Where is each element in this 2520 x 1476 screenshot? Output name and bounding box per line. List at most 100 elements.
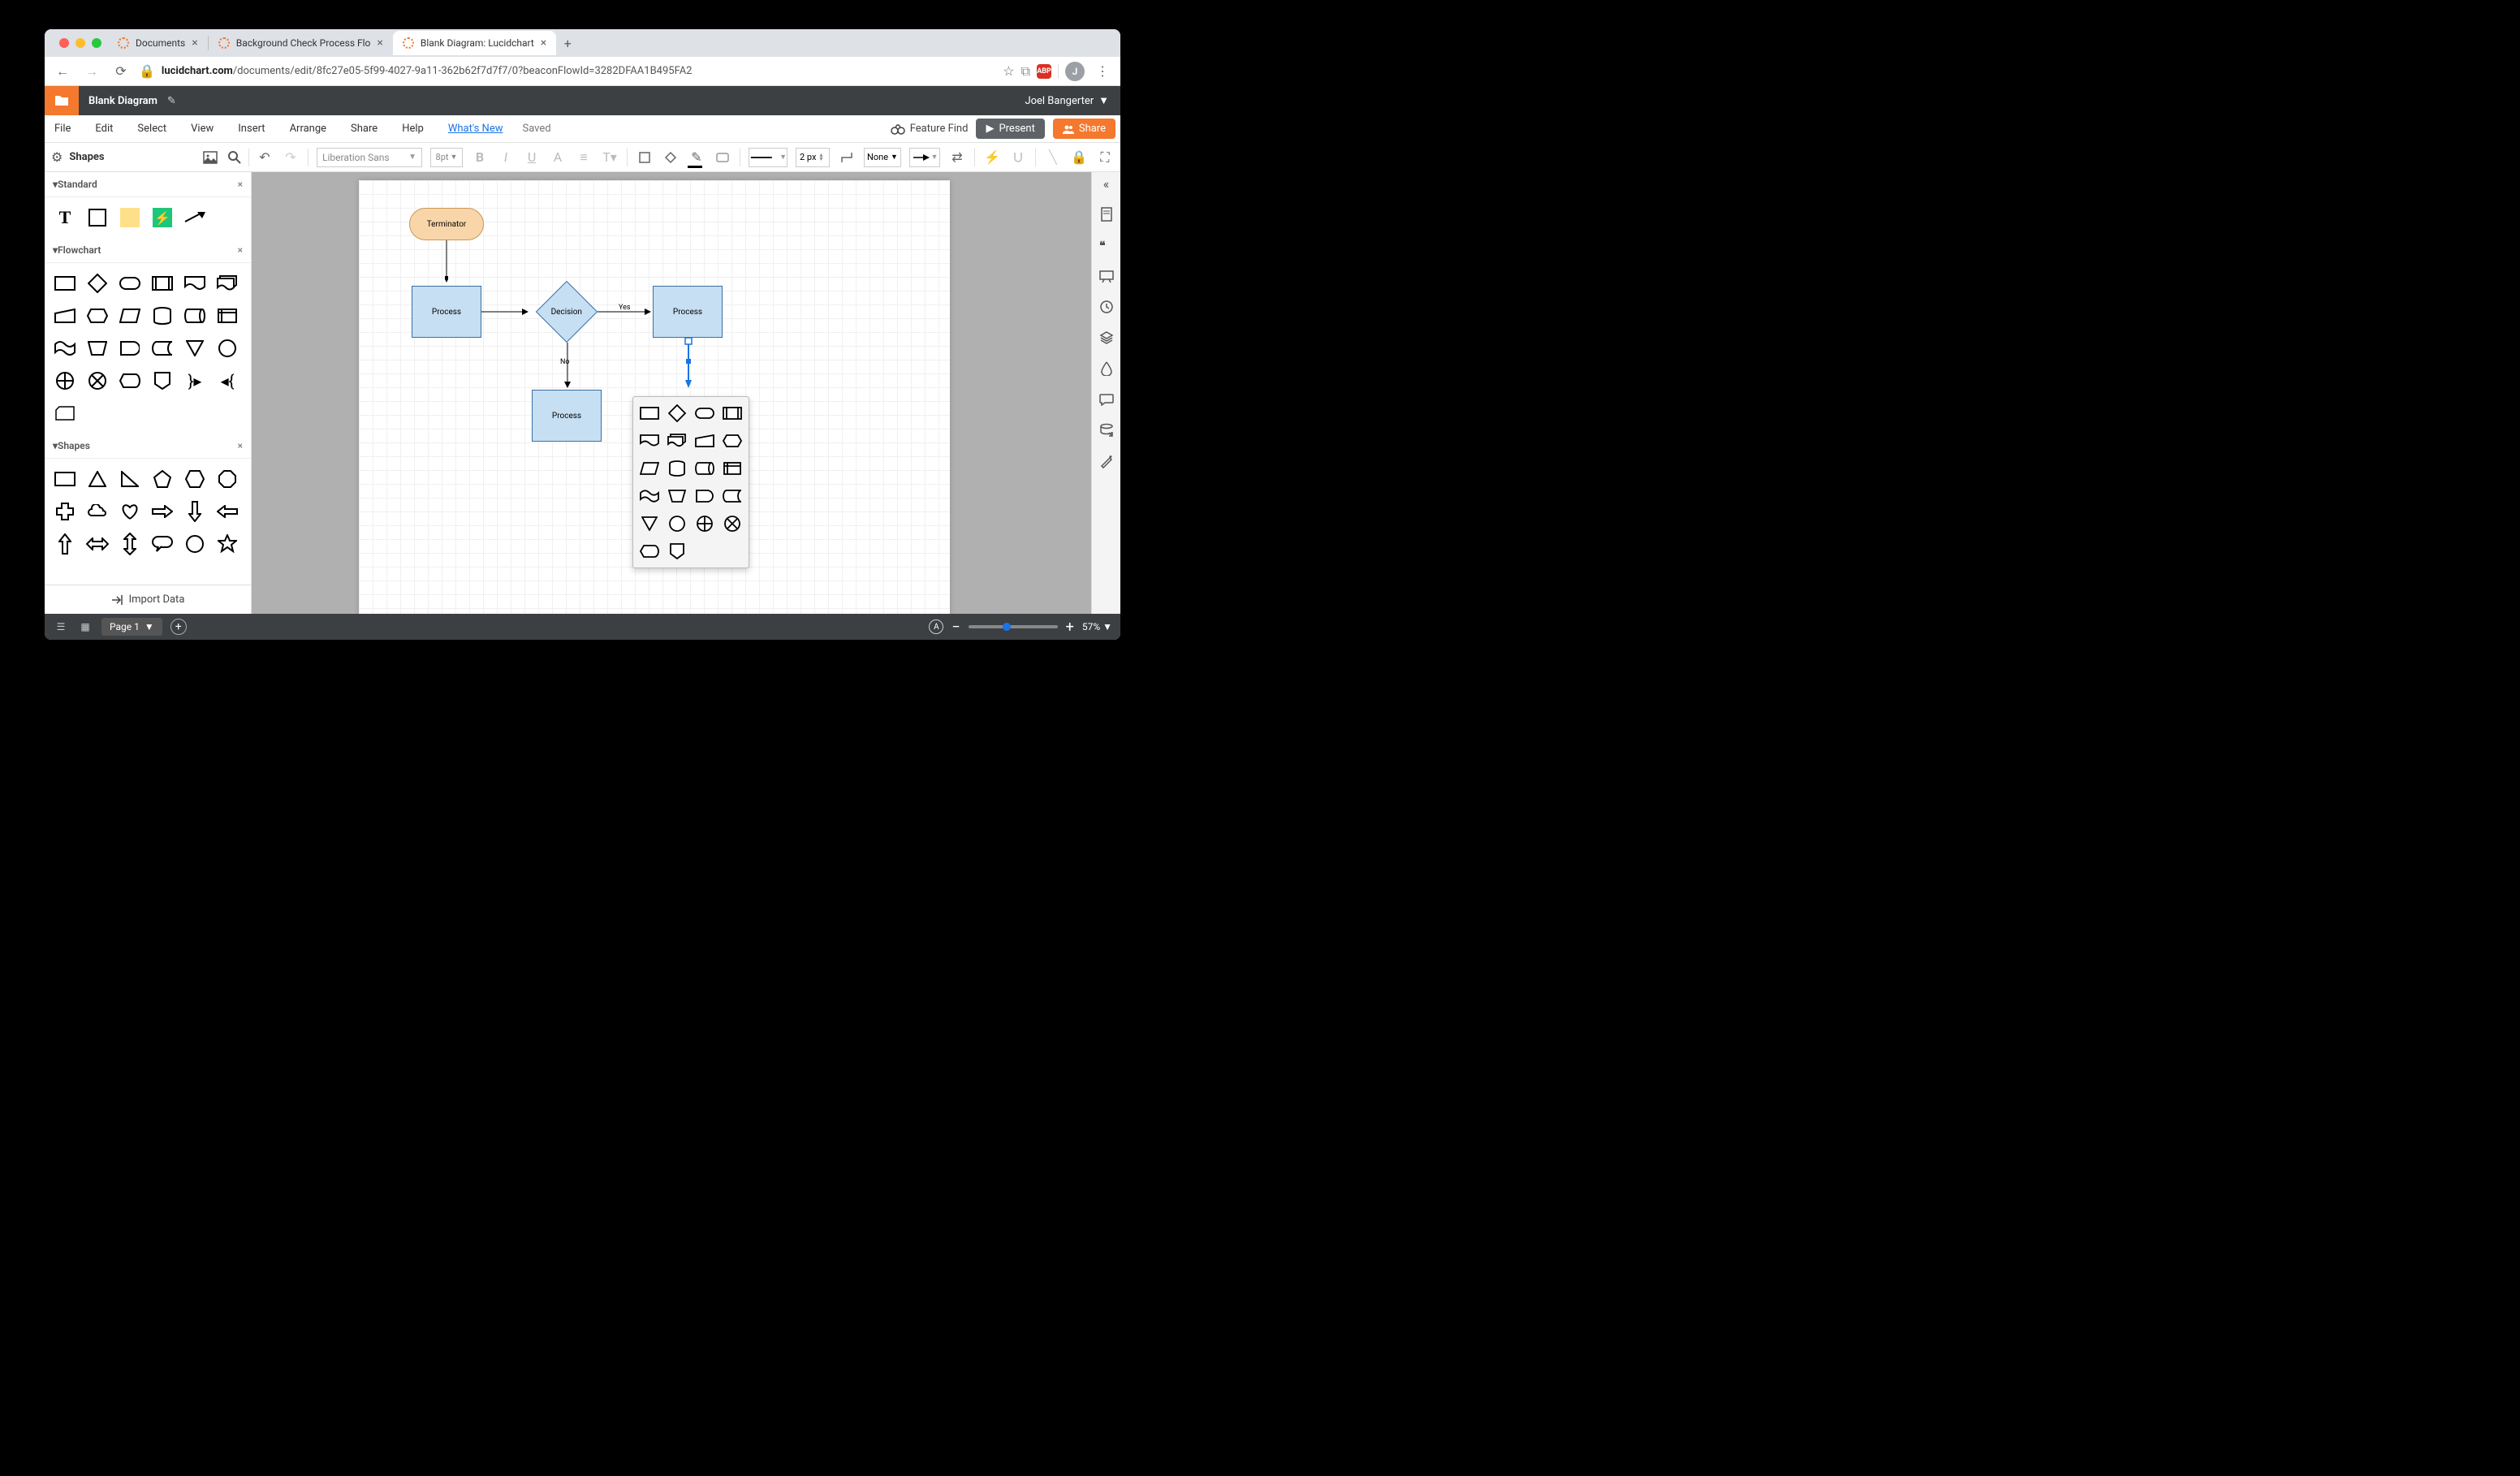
fc-merge-icon[interactable] <box>183 336 207 360</box>
shp-pentagon-icon[interactable] <box>150 467 175 491</box>
fc-document-icon[interactable] <box>183 271 207 296</box>
menu-arrange[interactable]: Arrange <box>285 119 331 138</box>
popup-data-icon[interactable] <box>638 457 661 480</box>
section-title-flowchart[interactable]: Flowchart <box>58 244 101 256</box>
presentation-icon[interactable] <box>1098 268 1115 284</box>
share-button[interactable]: Share <box>1053 119 1115 139</box>
underline-icon[interactable]: U <box>523 149 541 166</box>
popup-preparation-icon[interactable] <box>721 429 744 452</box>
bold-icon[interactable]: B <box>471 149 489 166</box>
profile-avatar[interactable]: J <box>1065 62 1085 81</box>
menu-insert[interactable]: Insert <box>233 119 270 138</box>
feature-find[interactable]: Feature Find <box>891 123 969 135</box>
macos-close-dot[interactable] <box>59 38 69 48</box>
popup-papertape-icon[interactable] <box>638 485 661 507</box>
popup-or-icon[interactable] <box>693 512 716 535</box>
shp-right-triangle-icon[interactable] <box>118 467 142 491</box>
line-end-select[interactable]: ▼ <box>909 148 940 167</box>
import-data-button[interactable]: Import Data <box>45 585 251 614</box>
magic-icon[interactable] <box>1098 453 1115 469</box>
rect-shape-icon[interactable] <box>85 205 110 230</box>
popup-decision-icon[interactable] <box>666 402 688 425</box>
accessibility-icon[interactable]: A <box>929 619 943 634</box>
edge-process-decision[interactable] <box>481 309 530 315</box>
fc-manual-input-icon[interactable] <box>53 304 77 328</box>
quote-icon[interactable]: ❝ <box>1098 237 1115 253</box>
canvas-page[interactable]: Terminator Process Decision Yes Process … <box>359 180 950 614</box>
popup-terminator-icon[interactable] <box>693 402 716 425</box>
back-icon[interactable]: ← <box>51 60 74 83</box>
menu-share[interactable]: Share <box>346 119 382 138</box>
fullscreen-icon[interactable]: ⛶ <box>1096 149 1114 166</box>
undo-icon[interactable]: ↶ <box>256 149 274 166</box>
crop-icon[interactable] <box>636 149 654 166</box>
menu-help[interactable]: Help <box>397 119 429 138</box>
shp-rect-icon[interactable] <box>53 467 77 491</box>
popup-multidoc-icon[interactable] <box>666 429 688 452</box>
shp-down-arrow-icon[interactable] <box>183 499 207 524</box>
page-tab[interactable]: Page 1▼ <box>101 618 162 636</box>
list-view-icon[interactable]: ☰ <box>53 619 69 635</box>
star-icon[interactable]: ☆ <box>1003 63 1014 79</box>
comments-icon[interactable] <box>1098 391 1115 408</box>
macos-min-dot[interactable] <box>76 38 85 48</box>
node-process-bottom[interactable]: Process <box>532 390 602 442</box>
popup-delay-icon[interactable] <box>693 485 716 507</box>
close-icon[interactable]: × <box>541 37 546 50</box>
pencil-color-icon[interactable]: ✎ <box>688 149 706 166</box>
popup-manual-input-icon[interactable] <box>693 429 716 452</box>
node-decision[interactable]: Decision <box>536 281 598 343</box>
edge-no[interactable] <box>564 343 571 390</box>
zoom-thumb[interactable] <box>1003 623 1011 631</box>
fc-papertape-icon[interactable] <box>53 336 77 360</box>
align-icon[interactable]: ≡ <box>575 149 593 166</box>
shp-circle-icon[interactable] <box>183 532 207 556</box>
popup-document-icon[interactable] <box>638 429 661 452</box>
canvas-area[interactable]: Terminator Process Decision Yes Process … <box>252 172 1091 614</box>
fc-process-icon[interactable] <box>53 271 77 296</box>
close-icon[interactable]: × <box>377 37 382 50</box>
gear-icon[interactable]: ⚙ <box>51 149 63 165</box>
close-icon[interactable]: × <box>238 179 243 190</box>
shp-right-arrow-icon[interactable] <box>150 499 175 524</box>
popup-connector-icon[interactable] <box>666 512 688 535</box>
fc-junction-icon[interactable] <box>85 369 110 393</box>
fc-brace-left-icon[interactable]: ◂{ <box>215 369 239 393</box>
fc-card-icon[interactable] <box>53 401 77 425</box>
text-placement-icon[interactable]: T▾ <box>601 149 619 166</box>
fc-preparation-icon[interactable] <box>85 304 110 328</box>
popup-manual-op-icon[interactable] <box>666 485 688 507</box>
magnet-icon[interactable] <box>1009 149 1027 166</box>
shp-double-horiz-arrow-icon[interactable] <box>85 532 110 556</box>
action-icon[interactable]: ⚡ <box>983 149 1001 166</box>
pin-extension-icon[interactable]: ⧉ <box>1021 63 1030 80</box>
fc-offpage-icon[interactable] <box>150 369 175 393</box>
edge-terminator-process[interactable] <box>445 240 448 286</box>
popup-predefined-icon[interactable] <box>721 402 744 425</box>
fc-internal-storage-icon[interactable] <box>215 304 239 328</box>
edge-dangling-selected[interactable] <box>684 338 693 390</box>
browser-tab-blank-diagram[interactable]: Blank Diagram: Lucidchart × <box>393 31 556 55</box>
add-page-button[interactable]: + <box>170 619 187 635</box>
fc-delay-icon[interactable] <box>118 336 142 360</box>
fc-stored-data-icon[interactable] <box>150 336 175 360</box>
border-style-icon[interactable] <box>714 149 731 166</box>
lock-icon[interactable]: 🔒 <box>1070 149 1088 166</box>
browser-tab-documents[interactable]: Documents × <box>108 31 208 55</box>
popup-offpage-icon[interactable] <box>666 540 688 563</box>
fc-decision-icon[interactable] <box>85 271 110 296</box>
zoom-slider[interactable] <box>969 625 1058 628</box>
menu-file[interactable]: File <box>50 119 76 138</box>
grid-view-icon[interactable]: ▦ <box>77 619 93 635</box>
document-title[interactable]: Blank Diagram <box>79 95 167 107</box>
zoom-level[interactable]: 57% ▼ <box>1082 621 1112 632</box>
kebab-menu-icon[interactable]: ⋮ <box>1091 60 1114 83</box>
fc-direct-data-icon[interactable] <box>183 304 207 328</box>
popup-junction-icon[interactable] <box>721 512 744 535</box>
connector-style-icon[interactable] <box>838 149 856 166</box>
shp-star-icon[interactable] <box>215 532 239 556</box>
close-icon[interactable]: × <box>192 37 197 50</box>
abp-extension-icon[interactable]: ABP <box>1037 64 1051 79</box>
shp-heart-icon[interactable] <box>118 499 142 524</box>
menu-edit[interactable]: Edit <box>90 119 118 138</box>
